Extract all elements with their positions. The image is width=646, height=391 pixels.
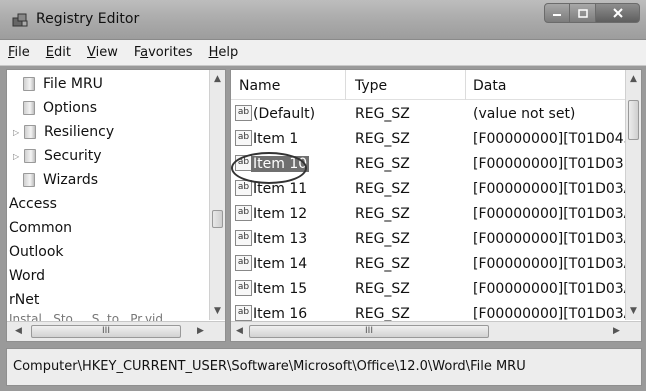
tree-item-common[interactable]: Common [9, 216, 214, 240]
status-bar: Computer\HKEY_CURRENT_USER\Software\Micr… [0, 346, 646, 391]
value-data: [F00000000][T01D03A36A8205 [473, 231, 641, 247]
value-type: REG_SZ [355, 206, 410, 222]
values-list[interactable]: Name Type Data ab (Default) REG_SZ (valu… [230, 69, 642, 342]
tree-hscroll-thumb[interactable]: III [31, 325, 181, 338]
maximize-button[interactable] [570, 3, 596, 23]
column-divider[interactable] [465, 70, 466, 100]
list-horizontal-scrollbar[interactable]: ◀ III ▶ [231, 321, 641, 341]
value-data: [F00000000][T01D03A35D4AE/ [473, 281, 641, 297]
scroll-down-arrow-icon[interactable]: ▼ [630, 306, 637, 316]
menu-bar: File Edit View Favorites Help [0, 40, 646, 66]
value-data: [F00000000][T01D0437630F5EF [473, 131, 642, 147]
value-row[interactable]: ab Item 12 REG_SZ [F00000000][T01D03A36D… [231, 202, 641, 227]
list-vscroll-thumb[interactable] [628, 100, 639, 140]
value-type: REG_SZ [355, 306, 410, 322]
value-type: REG_SZ [355, 281, 410, 297]
value-type: REG_SZ [355, 231, 410, 247]
value-type: REG_SZ [355, 181, 410, 197]
column-divider[interactable] [345, 70, 346, 100]
string-value-icon: ab [235, 255, 252, 271]
column-header-name[interactable]: Name [239, 78, 280, 94]
tree-item-rnet[interactable]: rNet [9, 288, 214, 312]
value-row[interactable]: ab Item 13 REG_SZ [F00000000][T01D03A36A… [231, 227, 641, 252]
registry-editor-icon [12, 13, 28, 27]
value-type: REG_SZ [355, 106, 410, 122]
tree-item-access[interactable]: Access [9, 192, 214, 216]
string-value-icon: ab [235, 205, 252, 221]
tree-item-resiliency[interactable]: ▷ Resiliency [13, 120, 218, 144]
value-row[interactable]: ab (Default) REG_SZ (value not set) [231, 102, 627, 127]
tree-item-options[interactable]: Options [23, 96, 225, 120]
column-header-type[interactable]: Type [355, 78, 387, 94]
value-row[interactable]: ab Item 1 REG_SZ [F00000000][T01D0437630… [231, 127, 641, 152]
menu-view[interactable]: View [87, 45, 118, 60]
scroll-up-arrow-icon[interactable]: ▲ [214, 74, 221, 84]
column-header-data[interactable]: Data [473, 78, 506, 94]
scroll-up-arrow-icon[interactable]: ▲ [630, 74, 637, 84]
tree-horizontal-scrollbar[interactable]: ◀ III ▶ [7, 321, 225, 341]
value-type: REG_SZ [355, 131, 410, 147]
folder-icon [24, 149, 36, 163]
scroll-right-arrow-icon[interactable]: ▶ [197, 326, 204, 336]
value-data: [F00000000][T01D03A376419A [473, 181, 641, 197]
menu-file[interactable]: File [8, 45, 30, 60]
value-name: Item 1 [253, 131, 299, 147]
string-value-icon: ab [235, 305, 252, 321]
value-type: REG_SZ [355, 256, 410, 272]
folder-icon [24, 125, 36, 139]
string-value-icon: ab [235, 130, 252, 146]
close-icon [612, 8, 623, 18]
key-tree[interactable]: File MRU Options ▷ Resiliency ▷ Security… [6, 69, 226, 342]
value-data: (value not set) [473, 106, 576, 122]
registry-path: Computer\HKEY_CURRENT_USER\Software\Micr… [6, 348, 642, 386]
scroll-left-arrow-icon[interactable]: ◀ [236, 326, 243, 336]
tree-item-outlook[interactable]: Outlook [9, 240, 214, 264]
value-data: [F00000000][T01D03A35BB537 [473, 306, 641, 322]
tree-item-file-mru[interactable]: File MRU [23, 72, 225, 96]
annotation-circle [231, 152, 307, 184]
menu-help[interactable]: Help [209, 45, 239, 60]
string-value-icon: ab [235, 180, 252, 196]
column-header-row: Name Type Data [231, 70, 627, 100]
folder-icon [23, 173, 35, 187]
string-value-icon: ab [235, 280, 252, 296]
value-row[interactable]: ab Item 14 REG_SZ [F00000000][T01D03A366… [231, 252, 641, 277]
value-name: Item 15 [253, 281, 308, 297]
tree-item-wizards[interactable]: Wizards [23, 168, 225, 192]
value-name: Item 12 [253, 206, 308, 222]
expand-arrow-icon[interactable]: ▷ [13, 152, 21, 161]
value-name: Item 16 [253, 306, 308, 322]
content-area: File MRU Options ▷ Resiliency ▷ Security… [0, 66, 646, 346]
window-title: Registry Editor [36, 11, 140, 27]
scroll-right-arrow-icon[interactable]: ▶ [613, 326, 620, 336]
folder-icon [23, 101, 35, 115]
menu-favorites[interactable]: Favorites [134, 45, 193, 60]
expand-arrow-icon[interactable]: ▷ [13, 128, 21, 137]
string-value-icon: ab [235, 230, 252, 246]
list-vertical-scrollbar[interactable]: ▲ ▼ [625, 70, 641, 320]
maximize-icon [577, 8, 588, 18]
minimize-icon [553, 14, 561, 16]
value-type: REG_SZ [355, 156, 410, 172]
close-button[interactable] [596, 3, 640, 23]
value-data: [F00000000][T01D03A366295B [473, 256, 641, 272]
value-name: (Default) [253, 106, 316, 122]
value-data: [F00000000][T01D03A36DE4DC [473, 206, 641, 222]
tree-vscroll-thumb[interactable] [212, 210, 223, 228]
minimize-button[interactable] [544, 3, 570, 23]
value-name: Item 13 [253, 231, 308, 247]
tree-vertical-scrollbar[interactable]: ▲ ▼ [209, 70, 225, 320]
tree-item-security[interactable]: ▷ Security [13, 144, 218, 168]
value-data: [F00000000][T01D03B7557AA3 [473, 156, 641, 172]
scroll-down-arrow-icon[interactable]: ▼ [214, 306, 221, 316]
folder-icon [23, 77, 35, 91]
value-name: Item 14 [253, 256, 308, 272]
list-hscroll-thumb[interactable]: III [249, 325, 489, 338]
scroll-left-arrow-icon[interactable]: ◀ [15, 326, 22, 336]
tree-item-word[interactable]: Word [9, 264, 214, 288]
value-row[interactable]: ab Item 15 REG_SZ [F00000000][T01D03A35D… [231, 277, 641, 302]
string-value-icon: ab [235, 105, 252, 121]
menu-edit[interactable]: Edit [46, 45, 71, 60]
title-bar[interactable]: Registry Editor [0, 0, 646, 40]
